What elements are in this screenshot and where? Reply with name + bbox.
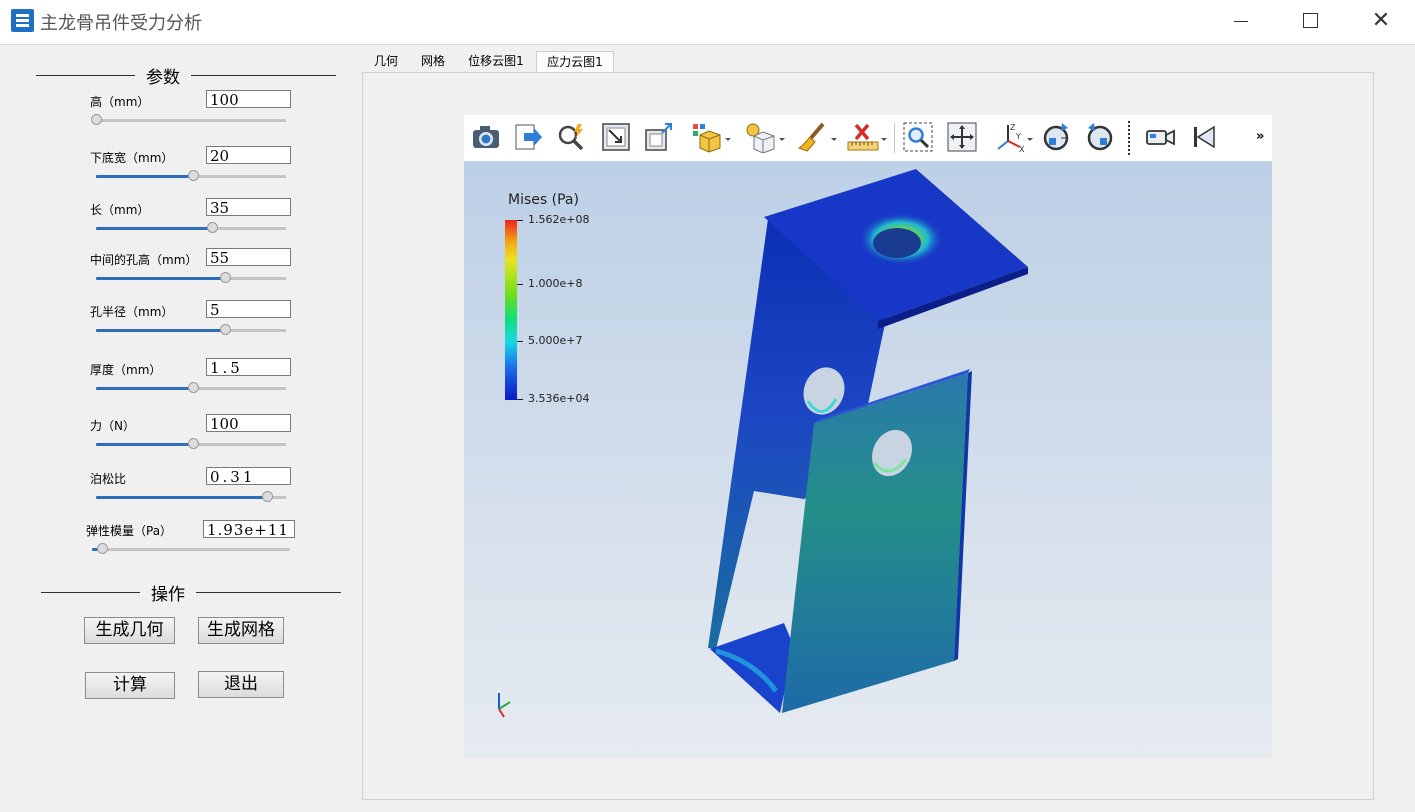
ruler-delete-icon[interactable]: [846, 121, 888, 153]
param-label-hole-radius: 孔半径（mm）: [90, 305, 174, 319]
modulus-input[interactable]: 1.93e+11: [203, 520, 295, 539]
toolbar-separator: [1128, 121, 1130, 155]
toolbar-more-button[interactable]: »: [1256, 129, 1264, 144]
length-input[interactable]: 35: [206, 198, 291, 217]
svg-text:Y: Y: [1015, 132, 1021, 141]
slider-fill: [96, 496, 267, 499]
slider-knob[interactable]: [220, 324, 232, 335]
gen-mesh-button[interactable]: 生成网格: [198, 617, 284, 644]
force-slider[interactable]: [96, 438, 286, 449]
light-cube-icon[interactable]: [744, 121, 786, 153]
slider-fill: [96, 175, 193, 178]
rotate-ccw-icon[interactable]: [1084, 121, 1116, 153]
slider-knob[interactable]: [206, 222, 218, 233]
slider-fill: [96, 387, 193, 390]
title-bar: 主龙骨吊件受力分析 ✕: [0, 0, 1415, 45]
poisson-input[interactable]: 0.31: [206, 467, 291, 486]
resize-icon[interactable]: [642, 121, 674, 153]
viewer-toolbar: ZYX: [464, 115, 1272, 161]
slider-knob[interactable]: [220, 272, 232, 283]
thickness-input[interactable]: 1.5: [206, 358, 291, 377]
bottom-width-input[interactable]: 20: [206, 146, 291, 165]
param-label-force: 力（N）: [90, 419, 135, 433]
param-label-height: 高（mm）: [90, 95, 150, 109]
export-icon[interactable]: [512, 121, 544, 153]
gen-geometry-button[interactable]: 生成几何: [84, 617, 175, 644]
camera-icon[interactable]: [470, 121, 502, 153]
minimize-button[interactable]: [1226, 8, 1256, 34]
tab-mesh[interactable]: 网格: [410, 51, 456, 72]
param-label-modulus: 弹性模量（Pa）: [86, 524, 173, 538]
query-icon[interactable]: [556, 121, 588, 153]
axes-icon[interactable]: ZYX: [994, 121, 1034, 153]
first-frame-icon[interactable]: [1188, 121, 1220, 153]
svg-text:X: X: [1019, 145, 1025, 153]
force-input[interactable]: 100: [206, 414, 291, 433]
params-group-title: 参数: [146, 68, 180, 88]
video-camera-icon[interactable]: [1144, 121, 1176, 153]
hole-height-input[interactable]: 55: [206, 248, 291, 267]
app-icon: [11, 9, 34, 32]
window-title: 主龙骨吊件受力分析: [40, 13, 202, 34]
brush-icon[interactable]: [796, 121, 838, 153]
frame-icon[interactable]: [600, 121, 632, 153]
color-cube-icon[interactable]: [690, 121, 732, 153]
group-line: [191, 75, 336, 76]
tab-geometry[interactable]: 几何: [364, 51, 408, 72]
tab-displacement[interactable]: 位移云图1: [458, 51, 534, 72]
stress-model: [498, 169, 1028, 718]
slider-knob[interactable]: [91, 114, 102, 125]
maximize-button[interactable]: [1296, 8, 1326, 34]
bottom-width-slider[interactable]: [96, 170, 286, 181]
height-input[interactable]: 100: [206, 90, 291, 109]
modulus-slider[interactable]: [92, 543, 290, 554]
pan-icon[interactable]: [946, 121, 978, 153]
zoom-box-icon[interactable]: [902, 121, 934, 153]
ops-group-title: 操作: [151, 585, 185, 605]
exit-button[interactable]: 退出: [198, 671, 284, 698]
slider-knob[interactable]: [187, 382, 199, 393]
toolbar-separator: [894, 123, 895, 153]
thickness-slider[interactable]: [96, 382, 286, 393]
poisson-slider[interactable]: [96, 491, 286, 502]
slider-fill: [96, 227, 212, 230]
compute-button[interactable]: 计算: [85, 672, 175, 699]
group-line: [41, 592, 140, 593]
slider-fill: [96, 443, 193, 446]
slider-fill: [96, 329, 226, 332]
param-label-bottom-width: 下底宽（mm）: [90, 151, 174, 165]
3d-viewport[interactable]: Mises (Pa) 1.562e+08 1.000e+8 5.000e+7 3…: [464, 161, 1272, 758]
slider-knob[interactable]: [96, 543, 108, 554]
param-label-hole-height: 中间的孔高（mm）: [90, 253, 198, 267]
slider-knob[interactable]: [262, 491, 273, 502]
param-label-length: 长（mm）: [90, 203, 150, 217]
group-line: [36, 75, 135, 76]
tab-stress[interactable]: 应力云图1: [536, 51, 614, 73]
hole-radius-input[interactable]: 5: [206, 300, 291, 319]
slider-knob[interactable]: [187, 170, 199, 181]
slider-fill: [96, 277, 226, 280]
hole-radius-slider[interactable]: [96, 324, 286, 335]
group-line: [196, 592, 341, 593]
height-slider[interactable]: [91, 114, 286, 125]
rotate-cw-icon[interactable]: [1040, 121, 1072, 153]
param-label-thickness: 厚度（mm）: [90, 363, 162, 377]
svg-text:Z: Z: [1010, 123, 1016, 132]
close-button[interactable]: ✕: [1366, 8, 1396, 34]
slider-knob[interactable]: [187, 438, 199, 449]
hole-height-slider[interactable]: [96, 272, 286, 283]
param-label-poisson: 泊松比: [90, 472, 127, 486]
length-slider[interactable]: [96, 222, 286, 233]
